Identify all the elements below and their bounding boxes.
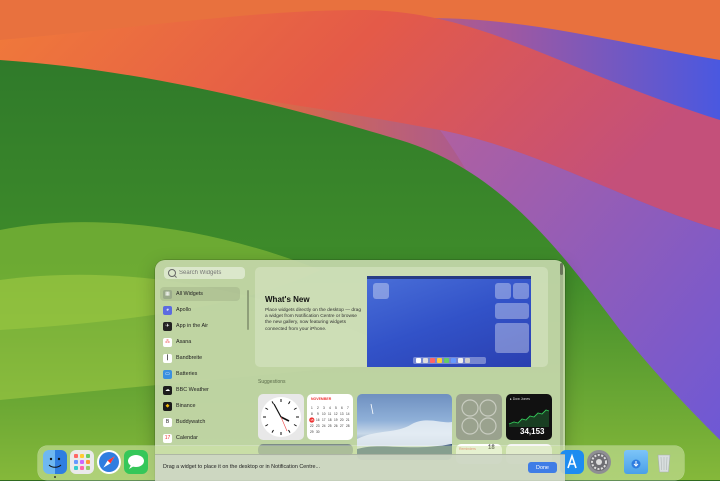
sidebar-item-label: All Widgets [176,291,203,297]
sidebar-item-app-in-the-air[interactable]: ✈ App in the Air [160,319,240,333]
done-button[interactable]: Done [528,462,557,473]
calendar-month-label: NOVEMBER [311,397,332,401]
whats-new-description: Place widgets directly on the desktop — … [265,308,361,332]
svg-text:4: 4 [329,406,331,410]
gallery-scroll-thumb[interactable] [560,263,563,275]
sidebar-item-label: Bandbreite [176,355,203,361]
buddywatch-icon: B [163,417,172,427]
system-settings-icon[interactable] [587,450,611,474]
svg-text:25: 25 [328,424,332,428]
svg-text:28: 28 [346,424,350,428]
sidebar-item-calendar[interactable]: 17 Calendar [160,431,240,445]
widgets-icon: ▦ [163,289,172,299]
sidebar-item-label: BBC Weather [176,387,209,393]
running-indicator [54,476,56,478]
svg-text:18: 18 [328,418,332,422]
asana-icon: ⁂ [163,337,172,347]
placement-instructions: Drag a widget to place it on the desktop… [163,464,321,470]
svg-text:30: 30 [316,430,320,434]
svg-text:14: 14 [346,412,350,416]
sidebar-item-label: Binance [176,403,196,409]
widget-placement-bar: Drag a widget to place it on the desktop… [155,454,565,481]
desktop-preview-image [367,276,531,367]
stocks-widget[interactable]: ▸ Dow Jones 34,153 [506,394,552,440]
svg-text:26: 26 [334,424,338,428]
clock-widget[interactable] [258,394,304,440]
svg-text:24: 24 [322,424,326,428]
svg-text:1: 1 [311,406,313,410]
widget-category-sidebar: ▦ All Widgets ◕ Apollo ✈ App in the Air … [160,287,240,447]
sidebar-item-label: Apollo [176,307,191,313]
safari-icon[interactable] [97,450,121,474]
app-in-the-air-icon: ✈ [163,321,172,331]
sidebar-item-asana[interactable]: ⁂ Asana [160,335,240,349]
svg-text:13: 13 [340,412,344,416]
svg-text:20: 20 [340,418,344,422]
svg-text:21: 21 [346,418,350,422]
trash-icon[interactable] [652,450,676,474]
svg-text:5: 5 [335,406,337,410]
calendar-icon: 17 [163,433,172,443]
stocks-index-name: ▸ Dow Jones [510,397,531,401]
svg-text:8: 8 [311,412,313,416]
sidebar-item-buddywatch[interactable]: B Buddywatch [160,415,240,429]
stocks-value: 34,153 [520,427,545,436]
search-input[interactable] [179,270,239,276]
sidebar-item-all-widgets[interactable]: ▦ All Widgets [160,287,240,301]
sidebar-item-label: Buddywatch [176,419,206,425]
whats-new-title: What's New [265,295,310,304]
bandbreite-icon: ┃ [163,353,172,363]
svg-text:12: 12 [334,412,338,416]
svg-text:6: 6 [341,406,343,410]
svg-text:9: 9 [317,412,319,416]
suggestions-heading: Suggestions [258,379,286,385]
sidebar-item-label: Asana [176,339,192,345]
downloads-folder-icon[interactable] [624,450,648,474]
launchpad-icon[interactable] [70,450,94,474]
shortcuts-circles-icon [461,399,497,435]
svg-text:7: 7 [347,406,349,410]
calendar-today-label: 15 [310,418,314,423]
sidebar-item-batteries[interactable]: ▭ Batteries [160,367,240,381]
calendar-widget[interactable]: NOVEMBER 1234567 8 9 10 11 12 13 14 16 17 18 19 20… [307,394,353,440]
svg-text:2: 2 [317,406,319,410]
clock-face-icon [261,397,301,437]
svg-text:3: 3 [323,406,325,410]
svg-text:11: 11 [328,412,332,416]
svg-text:17: 17 [322,418,326,422]
messages-icon[interactable] [124,450,148,474]
sidebar-item-label: Batteries [176,371,198,377]
sidebar-item-label: Calendar [176,435,198,441]
svg-text:23: 23 [316,424,320,428]
search-icon [168,269,176,277]
binance-icon: ◆ [163,401,172,411]
svg-text:16: 16 [316,418,320,422]
svg-text:22: 22 [310,424,314,428]
sidebar-item-binance[interactable]: ◆ Binance [160,399,240,413]
svg-text:19: 19 [334,418,338,422]
sidebar-item-bbc-weather[interactable]: ☁ BBC Weather [160,383,240,397]
sidebar-item-apollo[interactable]: ◕ Apollo [160,303,240,317]
sidebar-item-bandbreite[interactable]: ┃ Bandbreite [160,351,240,365]
batteries-icon: ▭ [163,369,172,379]
svg-text:29: 29 [310,430,314,434]
apollo-icon: ◕ [163,305,172,315]
search-field[interactable] [164,267,245,279]
gallery-scrollbar[interactable] [560,263,563,473]
shortcuts-widget[interactable] [456,394,502,440]
sidebar-item-label: App in the Air [176,323,209,329]
finder-icon[interactable] [43,450,67,474]
svg-text:27: 27 [340,424,344,428]
whats-new-card: What's New Place widgets directly on the… [255,267,548,367]
svg-text:10: 10 [322,412,326,416]
sidebar-scrollbar[interactable] [247,290,249,330]
bbc-weather-icon: ☁ [163,385,172,395]
